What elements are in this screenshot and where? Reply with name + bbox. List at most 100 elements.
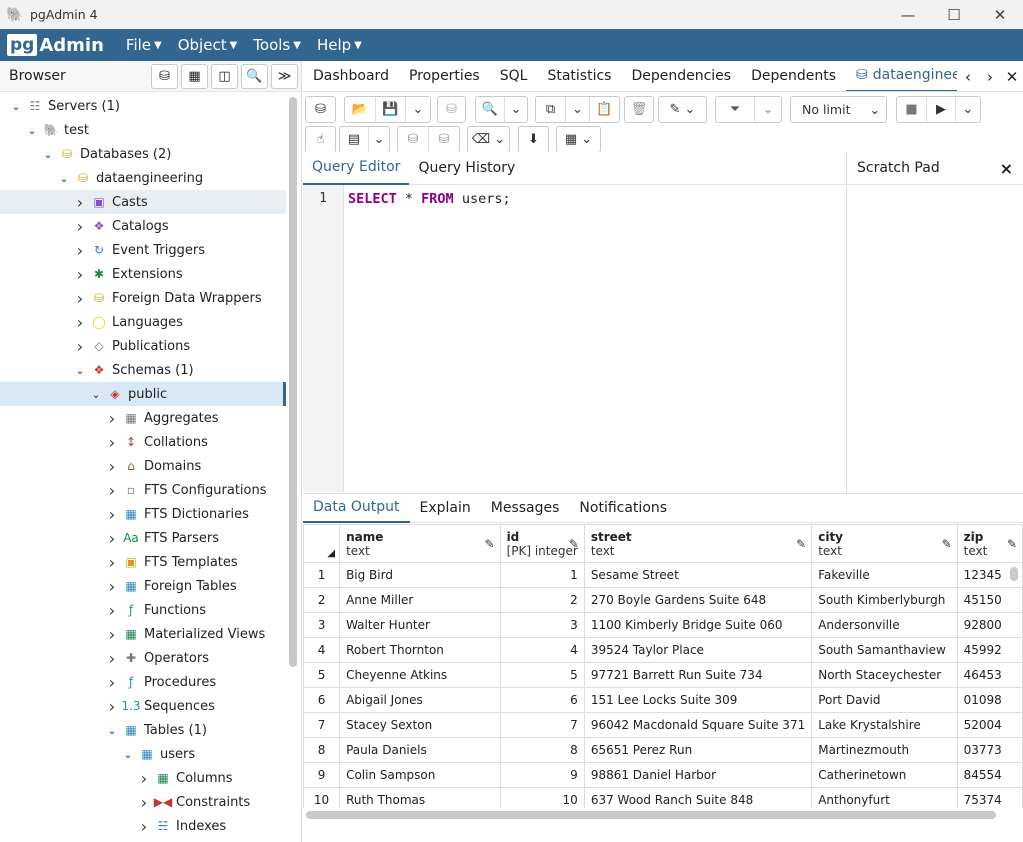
table-cell[interactable]: 637 Wood Ranch Suite 848 <box>583 787 813 808</box>
tree-item[interactable]: › 1.3 Sequences <box>0 694 286 718</box>
tab-dependencies[interactable]: Dependencies <box>621 61 741 91</box>
chevron-right-icon[interactable]: › <box>105 409 119 428</box>
copy-icon[interactable]: ⧉ <box>536 97 565 122</box>
tree-item[interactable]: ⌄ ❖ Schemas (1) <box>0 358 286 382</box>
chevron-right-icon[interactable]: › <box>105 697 119 716</box>
download-icon[interactable]: ⬇ <box>519 127 548 152</box>
table-cell[interactable]: Stacey Sexton <box>339 712 501 738</box>
table-cell[interactable]: 84554 <box>956 762 1023 788</box>
chevron-right-icon[interactable]: › <box>73 313 87 332</box>
table-cell[interactable]: South Samanthaview <box>811 637 958 663</box>
table-cell[interactable]: 151 Lee Locks Suite 309 <box>583 687 813 713</box>
edit-dropdown-icon[interactable]: ✎ ⌄ <box>659 97 706 122</box>
chevron-down-icon[interactable]: ⌄ <box>89 388 103 401</box>
table-cell[interactable]: 8 <box>499 737 585 763</box>
row-number[interactable]: 2 <box>303 587 341 613</box>
tab-scroll-left-icon[interactable]: ‹ <box>957 68 979 86</box>
table-row[interactable]: 4 Robert Thornton 4 39524 Taylor Place South… <box>303 637 1023 663</box>
save-icon[interactable]: 💾 <box>375 97 405 122</box>
table-cell[interactable]: 98861 Daniel Harbor <box>583 762 813 788</box>
filtered-rows-icon[interactable]: ◫ <box>211 64 238 89</box>
tree-item[interactable]: › ↻ Event Triggers <box>0 238 286 262</box>
tree-item[interactable]: › ▫ FTS Configurations <box>0 478 286 502</box>
table-cell[interactable]: Catherinetown <box>811 762 958 788</box>
column-header[interactable]: name text ✎ <box>339 524 501 563</box>
table-row[interactable]: 9 Colin Sampson 9 98861 Daniel Harbor Cather… <box>303 762 1023 788</box>
tree-item[interactable]: › ▦ Columns <box>0 766 286 790</box>
row-number[interactable]: 7 <box>303 712 341 738</box>
table-cell[interactable]: 65651 Perez Run <box>583 737 813 763</box>
menu-help[interactable]: Help ▼ <box>317 36 362 54</box>
chevron-right-icon[interactable]: › <box>73 337 87 356</box>
tree-item[interactable]: › ƒ Functions <box>0 598 286 622</box>
chevron-right-icon[interactable]: › <box>137 769 151 788</box>
table-row[interactable]: 6 Abigail Jones 6 151 Lee Locks Suite 309 Po… <box>303 687 1023 713</box>
table-row[interactable]: 2 Anne Miller 2 270 Boyle Gardens Suite 648… <box>303 587 1023 613</box>
tree-item[interactable]: ⌄ ☷ Servers (1) <box>0 94 286 118</box>
edit-pencil-icon[interactable]: ✎ <box>569 537 579 551</box>
table-cell[interactable]: Port David <box>811 687 958 713</box>
chevron-right-icon[interactable]: › <box>105 457 119 476</box>
delete-icon[interactable]: 🗑 <box>625 97 653 122</box>
paste-icon[interactable]: 📋 <box>589 97 619 122</box>
sql-code[interactable]: SELECT * FROM users; <box>348 191 511 207</box>
table-cell[interactable]: 6 <box>499 687 585 713</box>
tree-item[interactable]: ⌄ ▦ Tables (1) <box>0 718 286 742</box>
search-dropdown-icon[interactable]: ⌄ <box>504 97 527 122</box>
table-cell[interactable]: 45150 <box>956 587 1023 613</box>
table-cell[interactable]: 92800 <box>956 612 1023 638</box>
chevron-down-icon[interactable]: ⌄ <box>9 100 23 113</box>
tree-item[interactable]: › Aa FTS Parsers <box>0 526 286 550</box>
row-number[interactable]: 8 <box>303 737 341 763</box>
tree-item[interactable]: › ↕ Collations <box>0 430 286 454</box>
copy-dropdown-icon[interactable]: ⌄ <box>565 97 589 122</box>
close-tab-icon[interactable]: ✕ <box>1001 68 1023 86</box>
table-cell[interactable]: 96042 Macdonald Square Suite 371 <box>583 712 813 738</box>
filter-dropdown-icon[interactable]: ⌄ <box>754 97 781 122</box>
chevron-right-icon[interactable]: › <box>73 217 87 236</box>
tab-notifications[interactable]: Notifications <box>569 493 677 523</box>
table-cell[interactable]: 1 <box>499 562 585 588</box>
table-cell[interactable]: Abigail Jones <box>339 687 501 713</box>
tab-data-output[interactable]: Data Output <box>303 493 410 523</box>
table-cell[interactable]: Ruth Thomas <box>339 787 501 808</box>
chevron-right-icon[interactable]: › <box>105 649 119 668</box>
chevron-right-icon[interactable]: › <box>105 481 119 500</box>
tab-sql[interactable]: SQL <box>490 61 538 91</box>
table-cell[interactable]: Walter Hunter <box>339 612 501 638</box>
chevron-down-icon[interactable]: ⌄ <box>105 724 119 737</box>
filter-icon[interactable]: ⏷ <box>716 97 754 122</box>
save-dropdown-icon[interactable]: ⌄ <box>405 97 430 122</box>
chevron-down-icon[interactable]: ⌄ <box>73 364 87 377</box>
tab-properties[interactable]: Properties <box>399 61 490 91</box>
column-header[interactable]: zip text ✎ <box>956 524 1023 563</box>
row-number[interactable]: 4 <box>303 637 341 663</box>
chevron-right-icon[interactable]: › <box>105 529 119 548</box>
table-cell[interactable]: 03773 <box>956 737 1023 763</box>
close-icon[interactable]: × <box>1000 159 1013 178</box>
chevron-right-icon[interactable]: › <box>73 265 87 284</box>
rollback-icon[interactable]: ⛁ <box>428 127 459 152</box>
grid-vertical-scrollbar[interactable] <box>1010 567 1018 581</box>
open-db-icon[interactable]: ⛁ <box>306 97 335 122</box>
search-objects-icon[interactable]: 🔍 <box>241 64 268 89</box>
table-cell[interactable]: 97721 Barrett Run Suite 734 <box>583 662 813 688</box>
table-cell[interactable]: 45992 <box>956 637 1023 663</box>
table-cell[interactable]: 4 <box>499 637 585 663</box>
edit-pencil-icon[interactable]: ✎ <box>942 537 952 551</box>
tree-item[interactable]: › ▣ FTS Templates <box>0 550 286 574</box>
grid-corner[interactable]: ◢ <box>303 524 341 563</box>
table-row[interactable]: 8 Paula Daniels 8 65651 Perez Run Martinezmo… <box>303 737 1023 763</box>
column-header[interactable]: city text ✎ <box>811 524 958 563</box>
tree-item[interactable]: › ◇ Publications <box>0 334 286 358</box>
tab-dashboard[interactable]: Dashboard <box>303 61 399 91</box>
object-explorer-db-icon[interactable]: ⛁ <box>151 64 178 89</box>
table-cell[interactable]: 10 <box>499 787 585 808</box>
table-cell[interactable]: 46453 <box>956 662 1023 688</box>
chevron-down-icon[interactable]: ⌄ <box>25 124 39 137</box>
table-cell[interactable]: North Staceychester <box>811 662 958 688</box>
chevron-right-icon[interactable]: › <box>105 601 119 620</box>
tree-item[interactable]: › ƒ Procedures <box>0 670 286 694</box>
table-cell[interactable]: Big Bird <box>339 562 501 588</box>
table-cell[interactable]: 01098 <box>956 687 1023 713</box>
